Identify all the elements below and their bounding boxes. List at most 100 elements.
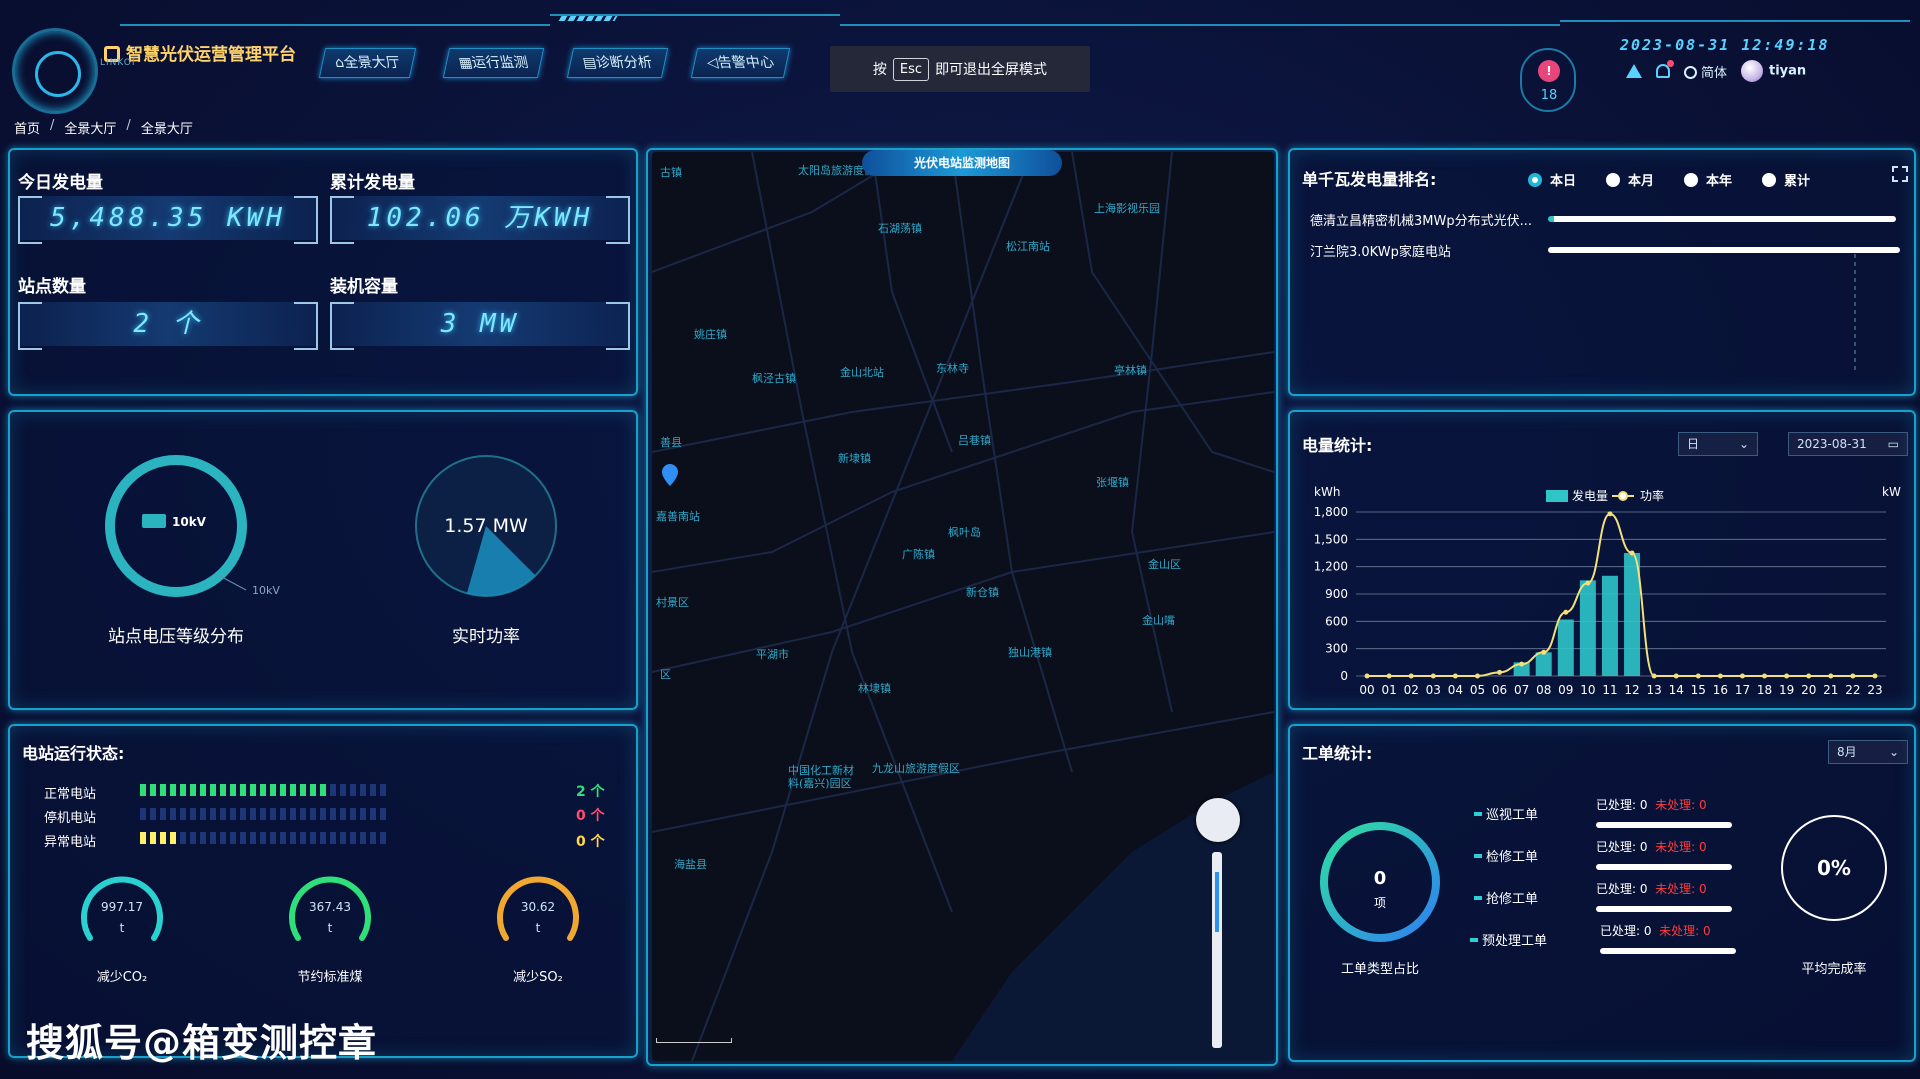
- workorder-ring-caption: 工单类型占比: [1340, 962, 1419, 977]
- map-place-label: 平湖市: [756, 648, 789, 661]
- nav-alarm-center[interactable]: ◁ 告警中心: [690, 48, 790, 78]
- status-segment: [290, 784, 296, 796]
- x-tick-label: 12: [1624, 683, 1639, 697]
- rank-bar-1: [1548, 216, 1896, 222]
- status-segment: [260, 784, 266, 796]
- map-place-label: 善县: [660, 436, 682, 449]
- map-place-label: 金山嘴: [1142, 614, 1175, 627]
- power-point: [1541, 649, 1547, 655]
- power-point: [1497, 669, 1503, 675]
- station-status-panel: 电站运行状态: 正常电站 2 个 停机电站 0 个 异常电站 0 个 997.1…: [8, 724, 638, 1058]
- status-abnormal-label: 异常电站: [44, 835, 97, 850]
- power-point: [1806, 673, 1812, 679]
- status-segment: [250, 832, 256, 844]
- status-segment: [380, 784, 386, 796]
- status-stopped-label: 停机电站: [44, 811, 97, 826]
- ranking-option-month[interactable]: 本月: [1606, 170, 1654, 189]
- map-roads: [652, 152, 1274, 1061]
- y-axis-unit-right: kW: [1882, 485, 1901, 499]
- status-segment: [160, 832, 166, 844]
- x-tick-label: 11: [1602, 683, 1617, 697]
- x-tick-label: 01: [1381, 683, 1396, 697]
- esc-key: Esc: [892, 57, 930, 81]
- map-zoom-slider[interactable]: [1212, 852, 1222, 1048]
- coal-unit: t: [328, 921, 333, 935]
- completion-caption: 平均完成率: [1801, 962, 1867, 977]
- map-zoom-fill: [1215, 872, 1219, 932]
- user-menu[interactable]: tiyan: [1741, 60, 1806, 82]
- wo-patrol-stat: 已处理: 0 未处理: 0: [1596, 798, 1707, 812]
- today-gen-value: 5,488.35 KWH: [18, 196, 318, 244]
- energy-period-select[interactable]: 日 ⌄: [1678, 432, 1758, 456]
- datetime-display: 2023-08-31 12:49:18: [1620, 36, 1830, 54]
- alarm-counter[interactable]: ! 18: [1520, 48, 1576, 112]
- status-segment: [310, 832, 316, 844]
- map-place-label: 姚庄镇: [694, 328, 727, 341]
- station-status-title: 电站运行状态:: [22, 744, 125, 763]
- energy-bar: [1601, 575, 1618, 676]
- power-point: [1872, 673, 1878, 679]
- bell-icon[interactable]: [1656, 60, 1674, 78]
- x-tick-label: 00: [1359, 683, 1374, 697]
- x-tick-label: 07: [1514, 683, 1529, 697]
- status-segment: [330, 784, 336, 796]
- workorder-month-select[interactable]: 8月 ⌄: [1828, 740, 1908, 764]
- workorder-ring: 0 项: [1320, 822, 1440, 942]
- map-place-label: 海盐县: [674, 858, 707, 871]
- map-canvas[interactable]: 古镇太阳岛旅游度假区松江区上海影视乐园石湖荡镇松江南站枫泾古镇金山北站东林寺亭林…: [652, 152, 1274, 1061]
- status-segment: [300, 832, 306, 844]
- status-segment: [300, 784, 306, 796]
- y-tick-label: 0: [1340, 669, 1348, 683]
- map-place-label: 东林寺: [936, 362, 969, 375]
- wo-repair-bar: [1596, 864, 1732, 870]
- so2-gauge: 30.62 t: [497, 876, 579, 941]
- breadcrumb-home[interactable]: 首页: [14, 118, 40, 137]
- rank-name-1: 德清立昌精密机械3MWp分布式光伏...: [1310, 214, 1532, 229]
- map-place-label: 区: [660, 668, 671, 681]
- x-tick-label: 22: [1845, 683, 1860, 697]
- x-tick-label: 08: [1536, 683, 1551, 697]
- wo-emergency-bar: [1596, 906, 1732, 912]
- map-place-label: 九龙山旅游度假区: [872, 762, 960, 775]
- chevron-down-icon: ⌄: [1888, 745, 1899, 759]
- map-place-label: 吕巷镇: [958, 434, 991, 447]
- logo-ring-icon: [12, 28, 98, 114]
- ranking-period-options: 本日 本月 本年 累计: [1528, 170, 1810, 189]
- status-segment: [370, 808, 376, 820]
- energy-chart: kWh kW 发电量 功率 0 300 600 900 1,200 1,500 1,800 00 01 0…: [1314, 485, 1901, 697]
- completion-circle: 0%: [1781, 815, 1887, 921]
- coal-value: 367.43: [309, 900, 351, 914]
- status-segment: [340, 784, 346, 796]
- ranking-option-year[interactable]: 本年: [1684, 170, 1732, 189]
- energy-panel: 电量统计: 日 ⌄ 2023-08-31 ▭ kWh kW 发电量 功率 0 300 600 90…: [1288, 410, 1916, 710]
- power-point: [1386, 673, 1392, 679]
- nav-panorama[interactable]: ⌂ 全景大厅: [318, 48, 417, 78]
- status-segment: [320, 808, 326, 820]
- status-segment: [320, 784, 326, 796]
- so2-value: 30.62: [521, 900, 555, 914]
- status-normal-label: 正常电站: [44, 787, 97, 802]
- nav-monitor[interactable]: ▦ 运行监测: [442, 48, 545, 78]
- fullscreen-icon[interactable]: [1892, 166, 1908, 182]
- y-axis-unit-left: kWh: [1314, 485, 1340, 499]
- map-place-label: 松江南站: [1006, 240, 1050, 253]
- status-segment: [280, 832, 286, 844]
- ranking-option-total[interactable]: 累计: [1762, 170, 1810, 189]
- map-place-label: 金山北站: [840, 366, 884, 379]
- ranking-option-day[interactable]: 本日: [1528, 170, 1576, 189]
- workorder-total: 0: [1374, 868, 1387, 889]
- nav-diagnosis[interactable]: ▤ 诊断分析: [566, 48, 669, 78]
- map-scale-bar: [656, 1038, 732, 1043]
- warning-icon[interactable]: [1626, 64, 1642, 78]
- status-segment: [380, 808, 386, 820]
- status-segment: [290, 832, 296, 844]
- status-segment: [350, 832, 356, 844]
- breadcrumb-current: 全景大厅: [140, 122, 193, 137]
- language-switch[interactable]: 简体: [1684, 62, 1727, 81]
- power-point: [1519, 661, 1525, 667]
- map-pan-control[interactable]: [1196, 798, 1240, 842]
- energy-date-picker[interactable]: 2023-08-31 ▭: [1788, 432, 1908, 456]
- breadcrumb-panorama[interactable]: 全景大厅: [64, 118, 116, 137]
- power-gauge: 1.57 MW: [415, 455, 557, 597]
- ranking-scrollbar[interactable]: [1854, 254, 1856, 374]
